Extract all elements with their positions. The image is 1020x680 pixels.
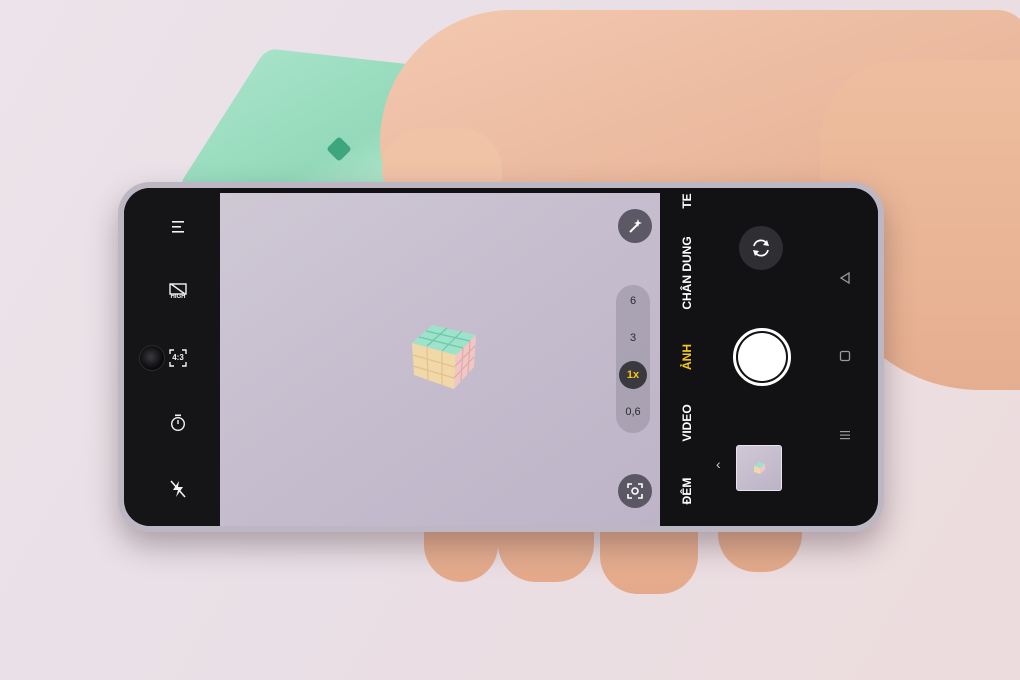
aspect-ratio-icon[interactable]: 4:3 [166, 346, 190, 370]
menu-icon[interactable] [166, 215, 190, 239]
chevron-left-icon[interactable]: ‹ [716, 456, 721, 472]
mode-photo[interactable]: ẢNH [680, 337, 694, 377]
mode-video[interactable]: VIDEO [680, 398, 694, 448]
nav-back-icon[interactable] [837, 270, 853, 286]
zoom-level-6[interactable]: 6 [616, 295, 650, 307]
rubiks-cube-subject [412, 325, 476, 389]
nav-home-icon[interactable] [837, 348, 853, 364]
zoom-selector[interactable]: 6 3 1x 0,6 [616, 285, 650, 433]
mode-night[interactable]: ĐÊM [680, 471, 694, 511]
camera-app-screen: HIGH 4:3 6 3 1x 0,6 TE CHÂN DUNG ẢNH VID… [124, 188, 878, 526]
thumbnail-cube-icon [754, 462, 765, 474]
photo-scene: HIGH 4:3 6 3 1x 0,6 TE CHÂN DUNG ẢNH VID… [0, 0, 1020, 680]
mode-partial-top[interactable]: TE [680, 188, 694, 216]
quality-label: HIGH [170, 294, 186, 300]
aspect-ratio-label: 4:3 [172, 353, 184, 362]
zoom-level-0-6[interactable]: 0,6 [616, 406, 650, 418]
mode-portrait[interactable]: CHÂN DUNG [680, 223, 694, 323]
gallery-thumbnail[interactable] [736, 445, 782, 491]
smartphone: HIGH 4:3 6 3 1x 0,6 TE CHÂN DUNG ẢNH VID… [118, 182, 884, 532]
magic-wand-icon[interactable] [618, 209, 652, 243]
left-toolbar: HIGH 4:3 [124, 188, 220, 526]
zoom-level-1x[interactable]: 1x [616, 369, 650, 381]
nav-recents-icon[interactable] [837, 427, 853, 443]
right-control-panel: TE CHÂN DUNG ẢNH VIDEO ĐÊM ‹ [660, 188, 878, 526]
camera-flip-icon[interactable] [739, 226, 783, 270]
zoom-level-3[interactable]: 3 [616, 332, 650, 344]
flash-off-icon[interactable] [166, 477, 190, 501]
hdr-off-icon[interactable]: HIGH [166, 280, 190, 304]
timer-icon[interactable] [166, 411, 190, 435]
front-camera-hole [139, 345, 165, 371]
shutter-button[interactable] [738, 333, 786, 381]
camera-viewfinder[interactable]: 6 3 1x 0,6 [220, 193, 660, 526]
focus-scan-icon[interactable] [618, 474, 652, 508]
